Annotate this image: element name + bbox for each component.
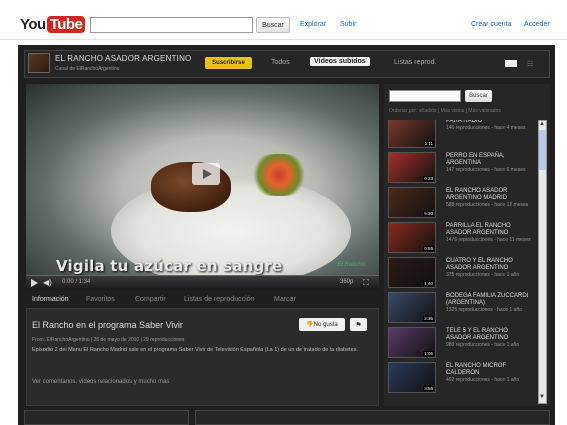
sign-in-link[interactable]: Acceder bbox=[524, 21, 550, 28]
video-meta: 146 reproducciones - hace 4 meses bbox=[446, 125, 526, 131]
video-overlay-text: Vigila tu azúcar en sangre bbox=[56, 257, 283, 275]
video-meta: 980 reproducciones - hace 1 año bbox=[446, 342, 520, 348]
tab-playlists[interactable]: Listas reprod. bbox=[394, 59, 436, 66]
duration-badge: 1:11 bbox=[423, 141, 434, 146]
video-title-link[interactable]: TELE 5 Y EL RANCHO ASADOR ARGENTINO bbox=[446, 328, 534, 342]
tab-share[interactable]: Compartir bbox=[135, 296, 166, 303]
list-item[interactable]: 3:55 EL RANCHO MICROF CALDERON 492 reprodu… bbox=[388, 361, 536, 395]
video-meta: 147 reproducciones - hace 6 meses bbox=[446, 167, 526, 173]
tab-playlists-add[interactable]: Listas de reproducción bbox=[184, 296, 254, 303]
duration-badge: 0:55 bbox=[423, 246, 434, 251]
sort-filter[interactable]: Ordenar por: añadido | Más vistos | Más … bbox=[389, 108, 501, 114]
channel-subtitle: Canal de ElRanchoArgentino bbox=[55, 66, 120, 72]
video-thumbnail[interactable]: 2:35 bbox=[388, 292, 436, 323]
search-button[interactable]: Buscar bbox=[256, 17, 290, 33]
video-list: 1:11 PARA RADIO 146 reproducciones - hace … bbox=[388, 120, 536, 404]
list-item[interactable]: 2:35 BODEGA FAMILIA ZUCCARDI (ARGENTINA) 1… bbox=[388, 291, 536, 325]
video-title-link[interactable]: EL RANCHO ASADOR ARGENTINO MADRID bbox=[446, 188, 534, 202]
upload-link[interactable]: Subir bbox=[340, 21, 356, 28]
list-item[interactable]: 5:30 EL RANCHO ASADOR ARGENTINO MADRID 588… bbox=[388, 186, 536, 220]
tab-uploaded-videos[interactable]: Vídeos subidos bbox=[310, 57, 370, 66]
youtube-logo[interactable]: You Tube bbox=[20, 14, 86, 34]
duration-badge: 0:23 bbox=[423, 176, 434, 181]
video-title-link[interactable]: PARRILLA EL RANCHO ASADOR ARGENTINO bbox=[446, 223, 534, 237]
video-thumbnail[interactable]: 1:40 bbox=[388, 257, 436, 288]
play-overlay-icon[interactable] bbox=[192, 163, 220, 185]
logo-tube: Tube bbox=[46, 15, 86, 33]
create-account-link[interactable]: Crear cuenta bbox=[471, 21, 511, 28]
list-view-icon[interactable]: ☷ bbox=[527, 60, 533, 68]
time-display: 0:00 / 1:34 bbox=[62, 279, 91, 285]
quality-selector[interactable]: 360p bbox=[340, 279, 353, 285]
list-item[interactable]: 1:05 TELE 5 Y EL RANCHO ASADOR ARGENTINO 9… bbox=[388, 326, 536, 360]
dislike-label: No gusta bbox=[313, 321, 338, 328]
scroll-up-icon[interactable]: ▲ bbox=[539, 121, 545, 127]
video-title-link[interactable]: CUATRO Y EL RANCHO ASADOR ARGENTINO bbox=[446, 258, 534, 272]
video-thumbnail[interactable]: 3:55 bbox=[388, 362, 436, 393]
video-watermark: El Rancho bbox=[337, 262, 365, 268]
duration-badge: 2:35 bbox=[423, 316, 434, 321]
tab-favorites[interactable]: Favoritos bbox=[86, 296, 115, 303]
video-title-link[interactable]: PERRO EN ESPAÑA, ARGENTINA bbox=[446, 153, 534, 167]
video-meta: 1476 reproducciones - hace 11 meses bbox=[446, 237, 531, 243]
grid-view-icon[interactable] bbox=[505, 60, 517, 67]
video-meta: 492 reproducciones - hace 1 año bbox=[446, 377, 520, 383]
list-item[interactable]: 1:40 CUATRO Y EL RANCHO ASADOR ARGENTINO 3… bbox=[388, 256, 536, 290]
video-title-link[interactable]: BODEGA FAMILIA ZUCCARDI (ARGENTINA) bbox=[446, 293, 534, 307]
video-thumbnail[interactable]: 0:55 bbox=[388, 222, 436, 253]
video-player[interactable]: Vigila tu azúcar en sangre El Rancho bbox=[26, 84, 379, 275]
more-button[interactable]: ⚑ bbox=[350, 318, 367, 331]
scrollbar-thumb[interactable] bbox=[539, 130, 546, 170]
channel-avatar[interactable] bbox=[28, 53, 50, 73]
uploader-line: From: ElRanchoArgentino | 26 de mayo de … bbox=[32, 337, 185, 343]
play-icon[interactable] bbox=[31, 279, 38, 287]
video-thumbnail[interactable]: 1:11 bbox=[388, 120, 436, 148]
dislike-text-button[interactable]: 👎 No gusta bbox=[299, 318, 345, 331]
video-thumbnail[interactable]: 0:23 bbox=[388, 152, 436, 183]
duration-badge: 3:55 bbox=[423, 386, 434, 391]
salad-image bbox=[252, 154, 306, 196]
subscribe-button[interactable]: Suscribirse bbox=[205, 57, 252, 69]
video-thumbnail[interactable]: 5:30 bbox=[388, 187, 436, 218]
logo-you: You bbox=[20, 15, 46, 33]
explore-link[interactable]: Explorar bbox=[300, 21, 326, 28]
list-item[interactable]: 0:55 PARRILLA EL RANCHO ASADOR ARGENTINO 1… bbox=[388, 221, 536, 255]
duration-badge: 1:40 bbox=[423, 281, 434, 286]
fullscreen-icon[interactable]: ⛶ bbox=[363, 278, 369, 288]
tab-all[interactable]: Todos bbox=[271, 59, 290, 66]
video-title: El Rancho en el programa Saber Vivir bbox=[32, 320, 183, 330]
volume-icon[interactable]: ◀) bbox=[43, 278, 52, 287]
channel-title[interactable]: EL RANCHO ASADOR ARGENTINO bbox=[55, 54, 192, 63]
channel-search-input[interactable] bbox=[389, 90, 461, 102]
video-meta: 375 reproducciones - hace 1 año bbox=[446, 272, 520, 278]
bottom-panel-right bbox=[195, 410, 550, 425]
tab-information[interactable]: Información bbox=[32, 296, 69, 303]
video-meta: 1325 reproducciones - hace 1 año bbox=[446, 307, 522, 313]
duration-badge: 1:05 bbox=[423, 351, 434, 356]
list-item[interactable]: 0:23 PERRO EN ESPAÑA, ARGENTINA 147 reprod… bbox=[388, 151, 536, 185]
video-thumbnail[interactable]: 1:05 bbox=[388, 327, 436, 358]
video-description: Episodio 2 del Manu El Rancho Madrid sal… bbox=[32, 347, 359, 353]
search-input[interactable] bbox=[90, 17, 253, 33]
scroll-down-icon[interactable]: ▼ bbox=[539, 394, 545, 400]
list-item[interactable]: 1:11 PARA RADIO 146 reproducciones - hace … bbox=[388, 120, 536, 150]
comments-link[interactable]: Ver comentarios, vídeos relacionados y m… bbox=[32, 379, 169, 385]
masthead: You Tube Buscar Explorar Subir Crear cue… bbox=[0, 0, 567, 40]
duration-badge: 5:30 bbox=[423, 211, 434, 216]
flag-icon: ⚑ bbox=[355, 321, 362, 329]
channel-search-button[interactable]: Buscar bbox=[465, 90, 492, 102]
bottom-panel-left bbox=[24, 410, 189, 425]
tab-flag[interactable]: Marcar bbox=[274, 296, 296, 303]
video-title-link[interactable]: EL RANCHO MICROF CALDERON bbox=[446, 363, 534, 377]
video-meta: 588 reproducciones - hace 12 meses bbox=[446, 202, 529, 208]
thumb-down-icon: 👎 bbox=[306, 322, 314, 328]
